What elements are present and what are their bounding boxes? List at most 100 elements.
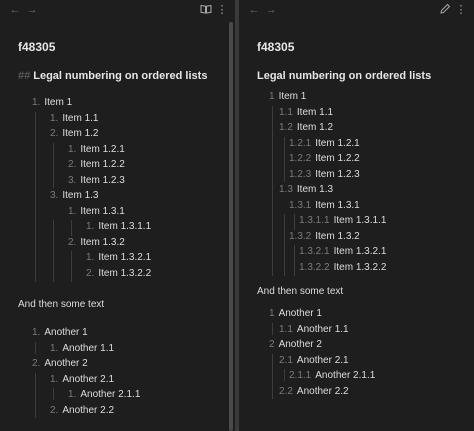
list-number: 2.: [68, 159, 77, 170]
list-text: Another 2.2: [296, 385, 349, 397]
list-number: 2.: [50, 128, 59, 139]
list-text: Item 1.3.1.1: [98, 221, 152, 232]
indent-guide: [272, 106, 273, 276]
list-number: 2.: [50, 404, 59, 416]
list-item: 1.2 Item 1.2: [279, 122, 333, 134]
list-number: 1.3.1.1: [299, 215, 330, 226]
list-item: 1.3.1 Item 1.3.1: [289, 200, 360, 212]
heading-marker: ##: [18, 70, 31, 82]
list-number: 1.: [86, 252, 95, 263]
list-item: 2.1.1 Another 2.1.1: [289, 370, 375, 382]
list-text: Item 1.2.1: [315, 137, 360, 149]
list-text: Another 2.2: [62, 404, 115, 416]
list-number: 1: [269, 308, 275, 319]
list-item: 1. Another 2.1.1: [68, 389, 140, 401]
indent-guide: [272, 354, 273, 399]
list-item: 1. Another 2.1: [50, 374, 114, 386]
list-number: 1.: [32, 97, 41, 108]
paragraph: And then some text: [18, 299, 105, 310]
list-text: Item 1.3.2.2: [98, 267, 152, 279]
list-text: Item 1.3.2.2: [333, 261, 387, 273]
list-item: 1. Item 1: [32, 97, 72, 109]
indent-guide: [53, 220, 54, 282]
list-number: 3.: [68, 174, 77, 186]
list-number: 1.: [32, 327, 41, 338]
list-item: 1 Item 1: [269, 91, 306, 103]
list-item: 1.2.3 Item 1.2.3: [289, 169, 360, 181]
list-number: 1.2.3: [289, 168, 312, 180]
list-text: Item 1: [278, 91, 307, 102]
list-text: Item 1.2.2: [80, 159, 125, 170]
section-heading: ## Legal numbering on ordered lists: [18, 70, 207, 82]
list-item: 3. Item 1.2.3: [68, 175, 125, 187]
list-text: Item 1.3: [296, 184, 334, 195]
more-vertical-icon[interactable]: ⋮: [454, 3, 468, 17]
list-number: 1.2: [279, 122, 293, 133]
list-text: Item 1.2.2: [315, 153, 360, 164]
list-number: 2.: [32, 358, 41, 369]
list-text: Item 1.3.2: [80, 236, 125, 248]
scrollbar[interactable]: [229, 22, 233, 431]
arrow-left-icon[interactable]: ←: [247, 3, 261, 17]
list-text: Item 1.3.2: [315, 230, 360, 242]
indent-guide: [35, 373, 36, 418]
indent-guide: [294, 214, 295, 230]
indent-guide: [35, 112, 36, 282]
left-pane: ← → ⋮ f48305 ## Legal numbering on ordere…: [0, 0, 235, 431]
list-text: Item 1.1: [296, 106, 334, 118]
list-number: 1.3.1: [289, 199, 312, 211]
page-title: f48305: [18, 40, 56, 54]
list-text: Item 1.2.1: [80, 143, 125, 155]
heading-text: Legal numbering on ordered lists: [33, 70, 208, 82]
list-number: 1.: [68, 389, 77, 400]
list-item: 1 Another 1: [269, 308, 322, 320]
list-text: Another 1.1: [62, 342, 115, 354]
list-item: 1. Item 1.3.2.1: [86, 252, 151, 264]
right-pane: ← → ⋮ f48305 Legal numbering on ordered …: [239, 0, 474, 431]
list-item: 1.2.2 Item 1.2.2: [289, 153, 360, 165]
list-item: 1. Another 1.1: [50, 343, 114, 355]
indent-guide: [71, 251, 72, 282]
list-text: Another 2: [278, 339, 322, 350]
list-text: Another 1.1: [296, 323, 349, 335]
list-item: 1. Item 1.2.1: [68, 144, 125, 156]
arrow-right-icon[interactable]: →: [25, 3, 39, 17]
list-number: 1.: [50, 342, 59, 354]
more-vertical-icon[interactable]: ⋮: [215, 3, 229, 17]
paragraph: And then some text: [257, 286, 344, 297]
list-text: Item 1: [44, 97, 73, 108]
list-number: 1.: [86, 221, 95, 232]
list-number: 1.: [68, 205, 77, 217]
book-open-icon[interactable]: [199, 3, 213, 17]
list-number: 1: [269, 91, 275, 102]
list-item: 2. Item 1.2.2: [68, 159, 125, 171]
list-item: 2. Another 2.2: [50, 405, 114, 417]
pencil-icon[interactable]: [438, 3, 452, 17]
list-text: Item 1.3.1: [80, 205, 125, 217]
indent-guide: [284, 137, 285, 182]
list-item: 1.3.1.1 Item 1.3.1.1: [299, 215, 386, 227]
arrow-left-icon[interactable]: ←: [8, 3, 22, 17]
arrow-right-icon[interactable]: →: [264, 3, 278, 17]
list-text: Another 1: [44, 327, 88, 338]
list-item: 1.3.2.1 Item 1.3.2.1: [299, 246, 386, 258]
list-item: 1.2.1 Item 1.2.1: [289, 138, 360, 150]
list-number: 1.: [50, 112, 59, 124]
list-number: 2.2: [279, 385, 293, 397]
indent-guide: [284, 214, 285, 276]
section-heading: Legal numbering on ordered lists: [257, 70, 432, 82]
list-text: Another 2: [44, 358, 88, 369]
list-text: Another 2.1.1: [315, 370, 376, 381]
list-text: Item 1.1: [62, 112, 99, 124]
indent-guide: [284, 369, 285, 381]
list-item: 2. Item 1.2: [50, 128, 98, 140]
list-item: 1.3.2 Item 1.3.2: [289, 231, 360, 243]
list-number: 2.: [86, 267, 95, 279]
list-number: 1.3.2: [289, 230, 312, 242]
left-pane-header: ← → ⋮: [0, 0, 235, 22]
list-number: 1.: [50, 373, 59, 385]
list-number: 2.1.1: [289, 370, 312, 381]
list-text: Item 1.3.1.1: [333, 215, 387, 226]
list-item: 2. Item 1.3.2.2: [86, 268, 151, 280]
right-pane-header: ← → ⋮: [239, 0, 474, 22]
